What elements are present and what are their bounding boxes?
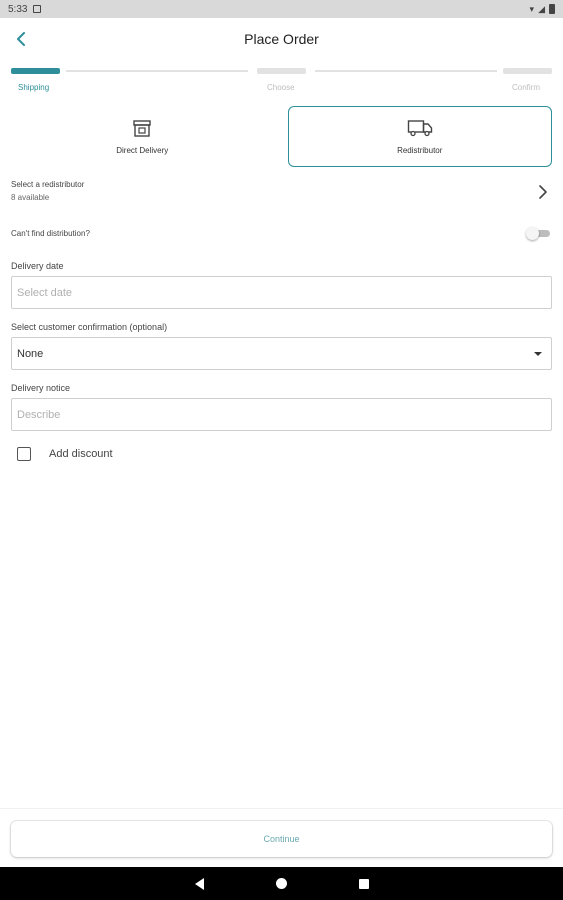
system-navigation-bar [0, 867, 563, 900]
chevron-left-icon [17, 32, 25, 46]
nav-home-icon[interactable] [275, 878, 287, 889]
delivery-notice-field[interactable] [11, 398, 552, 431]
truck-icon [407, 119, 432, 136]
store-icon [133, 119, 151, 137]
delivery-notice-label: Delivery notice [11, 383, 71, 393]
dropdown-arrow-icon [534, 351, 542, 356]
chevron-right-icon [539, 185, 547, 199]
nav-back-icon[interactable] [194, 877, 204, 890]
redistributor-label: Redistributor [397, 145, 443, 155]
step-indicator-confirm [503, 68, 552, 74]
continue-button[interactable]: Continue [11, 821, 552, 857]
select-redistributor-row[interactable]: Select a redistributor 8 available [11, 180, 552, 208]
status-time: 5:33 [8, 3, 28, 15]
step-connector [66, 70, 248, 72]
direct-delivery-label: Direct Delivery [116, 145, 169, 155]
delivery-date-field[interactable] [11, 276, 552, 309]
back-button[interactable] [8, 26, 34, 52]
toggle-thumb [526, 227, 539, 240]
direct-delivery-option[interactable]: Direct Delivery [11, 106, 274, 167]
app-bar: Place Order [0, 18, 563, 60]
footer-divider [0, 808, 563, 809]
delivery-notice-input[interactable] [17, 408, 546, 421]
cant-find-distribution-row: Can't find distribution? [11, 226, 552, 240]
customer-confirmation-value: None [17, 347, 44, 360]
add-discount-label: Add discount [49, 448, 113, 460]
delivery-date-label: Delivery date [11, 261, 64, 271]
page-title: Place Order [244, 31, 319, 47]
cant-find-label: Can't find distribution? [11, 228, 90, 238]
step-label-choose: Choose [267, 83, 295, 92]
redistributor-title: Select a redistributor [11, 180, 85, 189]
customer-confirmation-label: Select customer confirmation (optional) [11, 322, 168, 332]
redistributor-count: 8 available [11, 193, 50, 202]
notification-icon [33, 5, 42, 13]
redistributor-option[interactable]: Redistributor [287, 106, 552, 167]
customer-confirmation-select[interactable]: None [11, 337, 552, 370]
continue-label: Continue [263, 834, 300, 844]
delivery-date-input[interactable] [17, 286, 546, 299]
step-indicator-choose [257, 68, 306, 74]
step-connector [315, 70, 497, 72]
status-right: ▾ ◢ [530, 4, 555, 15]
add-discount-row[interactable]: Add discount [17, 447, 113, 461]
delivery-type-options: Direct Delivery Redistributor [11, 106, 552, 167]
cant-find-toggle[interactable] [526, 227, 552, 240]
status-bar: 5:33 ▾ ◢ [0, 0, 563, 18]
wifi-icon: ▾ [529, 3, 535, 14]
signal-icon: ◢ [538, 3, 545, 14]
nav-recents-icon[interactable] [358, 878, 369, 889]
add-discount-checkbox[interactable] [17, 447, 31, 461]
step-label-confirm: Confirm [512, 83, 541, 92]
order-stepper: Shipping Choose Confirm [11, 66, 552, 96]
battery-icon [549, 4, 555, 14]
status-left: 5:33 [8, 3, 42, 15]
step-label-shipping: Shipping [18, 83, 50, 92]
step-indicator-shipping [11, 68, 60, 74]
